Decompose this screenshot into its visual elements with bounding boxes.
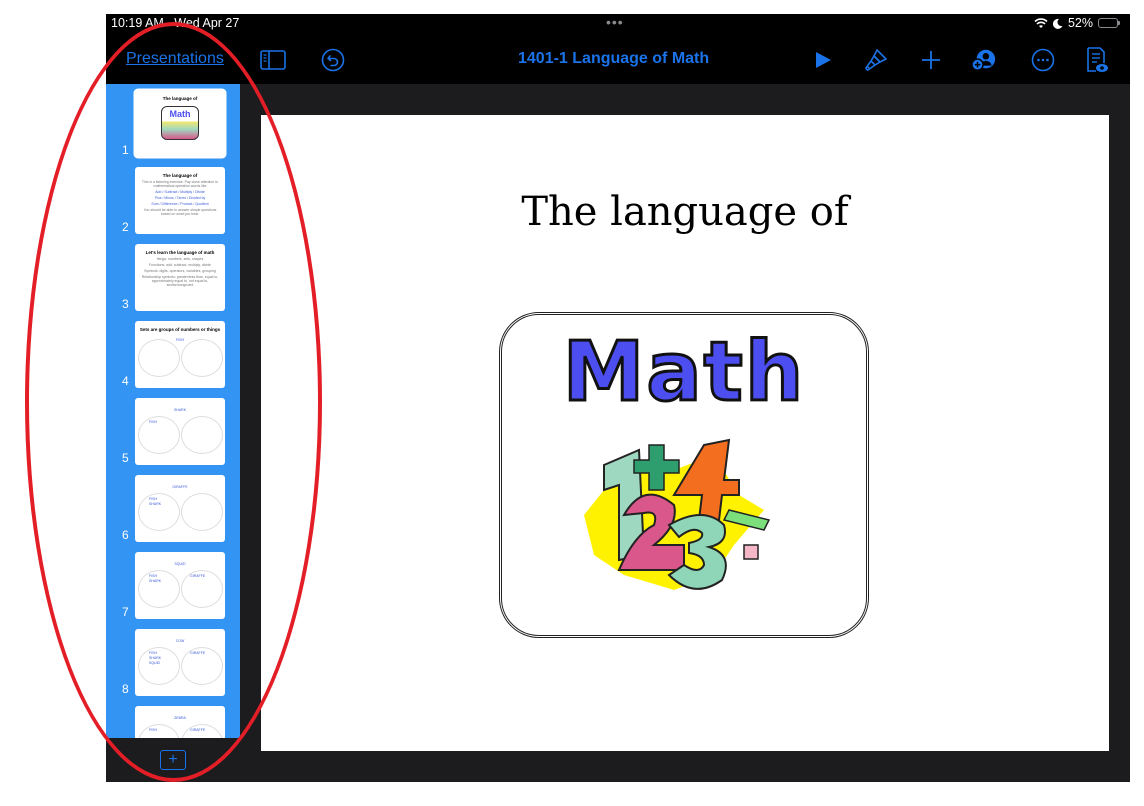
add-slide-label: +	[168, 751, 178, 768]
venn-right-circle	[181, 339, 223, 377]
slide-canvas-area: The language of Math	[240, 84, 1130, 782]
battery-icon	[1098, 18, 1120, 28]
thumbnail-set-label: FISH	[149, 420, 157, 424]
toolbar: Presentations 1401-1 Language of Math	[106, 34, 1130, 84]
add-slide-button[interactable]: +	[160, 750, 186, 770]
add-icon[interactable]	[918, 47, 944, 73]
thumbnail-text-line: Plus / Minus / Times / Divided by	[154, 196, 206, 200]
slide-thumbnail-row[interactable]: 1 The language of Math	[106, 90, 240, 157]
venn-left-circle	[138, 493, 180, 531]
numbers-clipart	[584, 438, 771, 590]
thumbnail-title: The language of	[162, 96, 198, 101]
thumbnail-set-label: SHARK	[149, 656, 162, 660]
status-bar: 10:19 AM Wed Apr 27 ••• 52%	[106, 14, 1130, 34]
collaborate-icon[interactable]	[971, 47, 997, 73]
thumbnail-text-line: Add / Subtract / Multiply / Divide	[155, 190, 205, 194]
undo-icon[interactable]	[320, 47, 346, 73]
slide-thumbnail[interactable]: SHARK FISH	[135, 398, 225, 465]
document-title[interactable]: 1401-1 Language of Math	[518, 50, 709, 68]
slide-number: 4	[122, 374, 129, 388]
venn-left-circle	[138, 416, 180, 454]
thumbnail-set-label: ZEBRA	[174, 716, 186, 720]
thumbnail-set-label: COW	[175, 639, 185, 643]
slide-thumbnail[interactable]: The language of Math	[135, 90, 225, 157]
slide-number: 7	[122, 605, 129, 619]
slide-number: 2	[122, 220, 129, 234]
slide-number: 6	[122, 528, 129, 542]
thumbnail-title: The language of	[162, 173, 198, 178]
thumbnail-set-label: GIRAFFE	[190, 651, 206, 655]
thumbnail-set-label: SHARK	[173, 408, 187, 412]
slide-thumbnail-row[interactable]: 3 Let's learn the language of math things:…	[106, 244, 240, 311]
ipad-screen: 10:19 AM Wed Apr 27 ••• 52% Presentation…	[106, 14, 1130, 782]
thumbnail-set-label: SHARK	[149, 502, 162, 506]
thumbnail-text-line: Functions: add, subtract, multiply, divi…	[149, 263, 211, 267]
thumbnail-set-label: SQUID	[174, 562, 186, 566]
thumbnail-set-label: FISH	[176, 338, 184, 342]
thumbnail-set-label: FISH	[149, 497, 157, 501]
slide-thumbnail[interactable]: COW FISH SHARK SQUID GIRAFFE	[135, 629, 225, 696]
thumbnail-text-line: You should be able to answer simple ques…	[143, 208, 217, 216]
math-clipart-image[interactable]: Math	[499, 312, 869, 638]
thumbnail-text-line: Symbols: digits, operators, variables, g…	[144, 269, 216, 273]
thumbnail-set-label: GIRAFFE	[190, 728, 206, 732]
multitask-dots[interactable]: •••	[606, 14, 624, 30]
slide-number: 5	[122, 451, 129, 465]
wifi-icon	[1034, 17, 1048, 28]
venn-left-circle	[138, 339, 180, 377]
slide-thumbnail-row[interactable]: 4 Sets are groups of numbers or things FIS…	[106, 321, 240, 388]
sidebar-toggle-icon[interactable]	[260, 47, 286, 73]
play-icon[interactable]	[810, 47, 836, 73]
slide-thumbnail-row[interactable]: 5 SHARK FISH	[106, 398, 240, 465]
thumbnail-set-label: FISH	[149, 651, 157, 655]
battery-percent: 52%	[1067, 16, 1093, 30]
thumbnail-math-image: Math	[161, 106, 199, 140]
thumbnail-text-line: This is a listening exercise. Pay close …	[141, 180, 219, 188]
slide-thumbnail-row[interactable]: 6 GIRAFFE FISH SHARK	[106, 475, 240, 542]
thumbnail-title: Sets are groups of numbers or things	[139, 327, 221, 332]
thumbnail-title: Let's learn the language of math	[145, 250, 215, 255]
slide-number: 3	[122, 297, 129, 311]
thumbnail-text-line: Sum / Difference / Product / Quotient	[151, 202, 209, 206]
status-indicators: 52%	[1034, 16, 1120, 30]
slide-thumbnail[interactable]: SQUID FISH SHARK GIRAFFE	[135, 552, 225, 619]
thumbnail-set-label: SQUID	[149, 661, 161, 665]
slide-thumbnail[interactable]: GIRAFFE FISH SHARK	[135, 475, 225, 542]
reading-view-icon[interactable]	[1084, 47, 1110, 73]
status-date: Wed Apr 27	[174, 16, 240, 30]
slide-thumbnail[interactable]: Let's learn the language of math things: …	[135, 244, 225, 311]
slide-number: 1	[122, 143, 129, 157]
slide-title[interactable]: The language of	[261, 189, 1109, 235]
thumbnail-text-line: things: numbers, sets, shapes	[156, 257, 204, 261]
paintbrush-format-icon[interactable]	[863, 47, 889, 73]
slide-number: 8	[122, 682, 129, 696]
thumbnail-set-label: GIRAFFE	[190, 574, 206, 578]
thumbnail-set-label: FISH	[149, 574, 157, 578]
venn-right-circle	[181, 493, 223, 531]
venn-right-circle	[181, 416, 223, 454]
thumbnail-set-label: SHARK	[149, 579, 162, 583]
slide-thumbnail-list[interactable]: 1 The language of Math 2 The language of This…	[106, 84, 240, 738]
math-clipart-text: Math	[561, 324, 806, 422]
slide-thumbnail-row[interactable]: 7 SQUID FISH SHARK GIRAFFE	[106, 552, 240, 619]
slide-thumbnail[interactable]: ZEBRA FISH GIRAFFE	[135, 706, 225, 738]
thumbnail-text-line: Relationship symbols: greater/less than,…	[141, 275, 219, 287]
venn-left-circle	[138, 724, 180, 738]
venn-left-circle	[138, 570, 180, 608]
status-time: 10:19 AM Wed Apr 27	[111, 16, 240, 30]
slide-thumbnail-row[interactable]: 8 COW FISH SHARK SQUID GIRAFFE	[106, 629, 240, 696]
thumbnail-set-label: FISH	[149, 728, 157, 732]
slide-thumbnail-row[interactable]: 9ZEBRAFISHGIRAFFE	[106, 706, 240, 738]
moon-icon	[1052, 18, 1063, 29]
thumbnail-set-label: GIRAFFE	[172, 485, 188, 489]
more-icon[interactable]	[1030, 47, 1056, 73]
slide-navigator: 1 The language of Math 2 The language of This…	[106, 84, 240, 782]
venn-left-circle	[138, 647, 180, 685]
slide-thumbnail[interactable]: Sets are groups of numbers or things FISH	[135, 321, 225, 388]
presentations-back-link[interactable]: Presentations	[126, 50, 224, 68]
current-slide[interactable]: The language of Math	[261, 115, 1109, 751]
slide-thumbnail-row[interactable]: 2 The language of This is a listening exer…	[106, 167, 240, 234]
slide-thumbnail[interactable]: The language of This is a listening exerc…	[135, 167, 225, 234]
